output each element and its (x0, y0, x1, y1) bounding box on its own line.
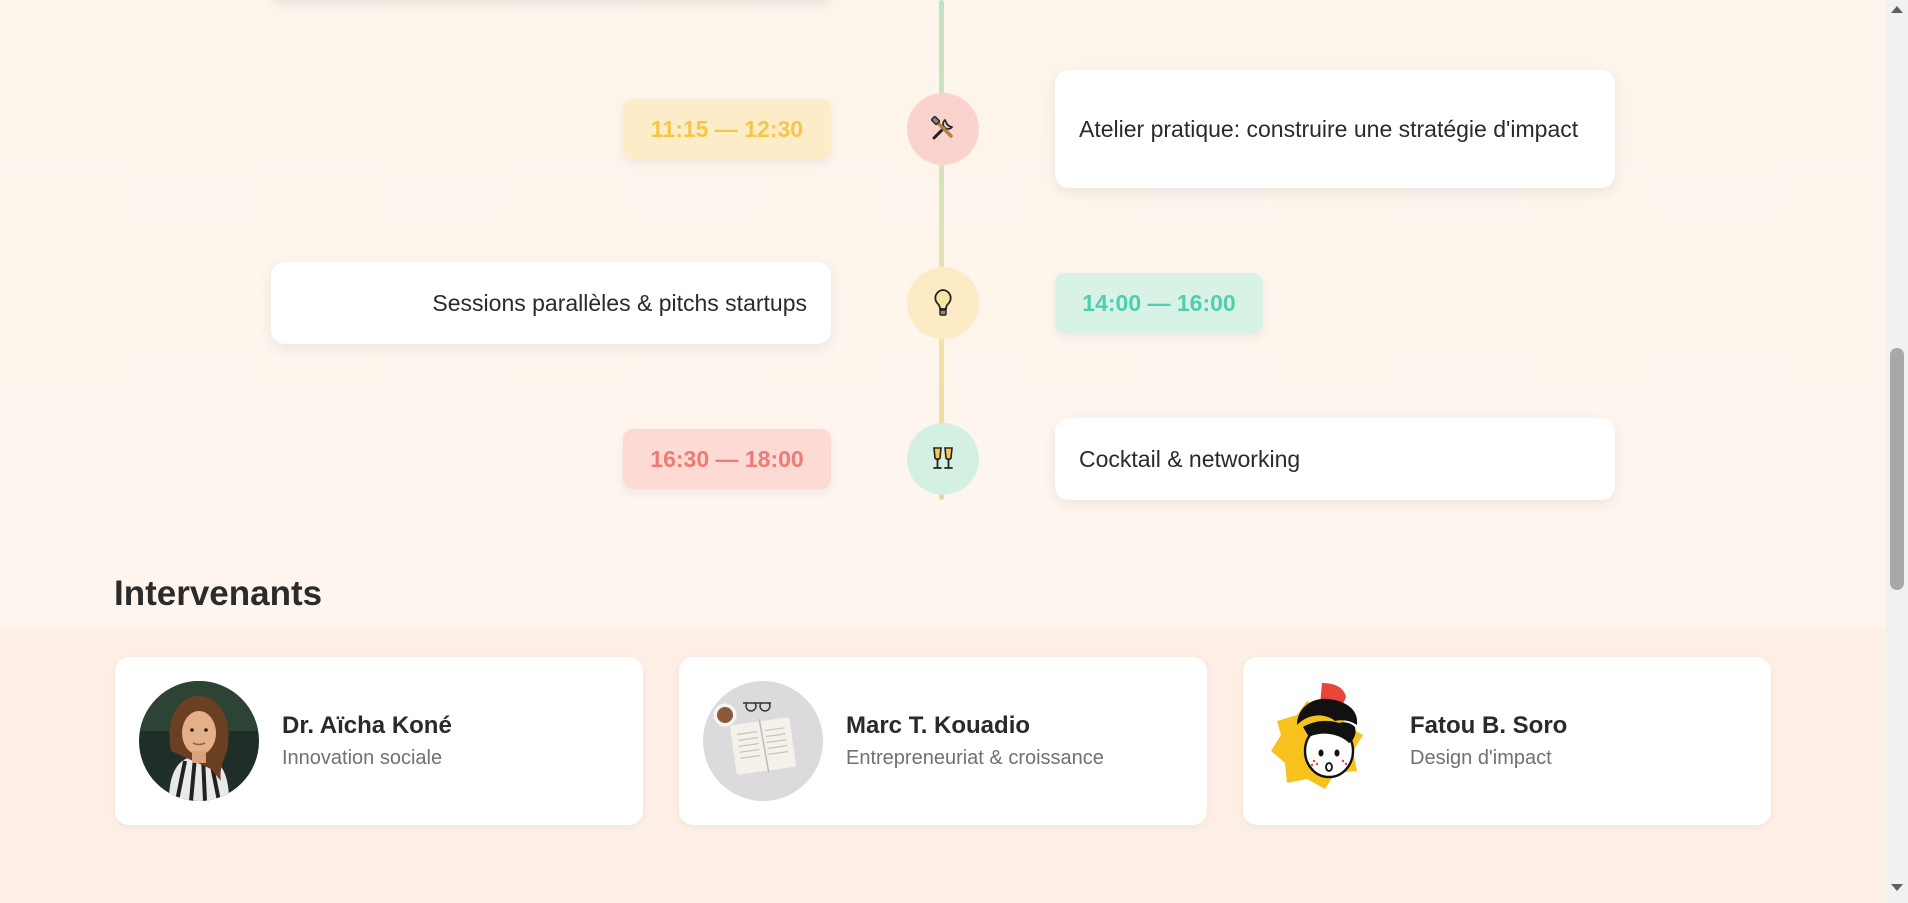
schedule-time-badge: 16:30 — 18:00 (623, 429, 831, 489)
tools-icon (907, 93, 979, 165)
schedule-time-badge: 14:00 — 16:00 (1055, 273, 1263, 333)
speaker-role: Innovation sociale (282, 747, 443, 769)
schedule-time-badge: 11:15 — 12:30 (623, 99, 831, 159)
speaker-card[interactable]: Marc T. Kouadio Entrepreneuriat & croiss… (679, 657, 1207, 825)
schedule-event-card[interactable]: Cocktail & networking (1055, 418, 1615, 500)
schedule-event-title: Cocktail & networking (1079, 446, 1301, 472)
vertical-scrollbar[interactable] (1886, 0, 1908, 903)
page: 11:15 — 12:30 Atelier pratique: construi… (0, 0, 1886, 903)
schedule-event-title: Sessions parallèles & pitchs startups (432, 290, 807, 316)
scroll-up-arrow-icon[interactable] (1891, 6, 1903, 13)
speaker-card[interactable]: Dr. Aïcha Koné Innovation sociale (115, 657, 643, 825)
schedule-event-title: Atelier pratique: construire une stratég… (1079, 116, 1579, 142)
speaker-card[interactable]: Fatou B. Soro Design d'impact (1243, 657, 1771, 825)
speaker-avatar (1267, 681, 1387, 801)
scrollbar-thumb[interactable] (1890, 348, 1904, 590)
scroll-down-arrow-icon[interactable] (1891, 884, 1903, 891)
champagne-icon (907, 423, 979, 495)
speaker-avatar (139, 681, 259, 801)
section-title: Intervenants (114, 574, 323, 613)
speaker-avatar (703, 681, 823, 801)
speaker-role: Design d'impact (1410, 747, 1552, 769)
lightbulb-icon (907, 267, 979, 339)
speaker-name: Dr. Aïcha Koné (282, 712, 452, 739)
speaker-name: Fatou B. Soro (1410, 712, 1568, 739)
schedule-event-card[interactable]: Sessions parallèles & pitchs startups (271, 262, 831, 344)
speaker-role: Entrepreneuriat & croissance (846, 747, 1104, 769)
schedule-event-card[interactable]: Atelier pratique: construire une stratég… (1055, 70, 1615, 188)
speaker-name: Marc T. Kouadio (846, 712, 1031, 739)
